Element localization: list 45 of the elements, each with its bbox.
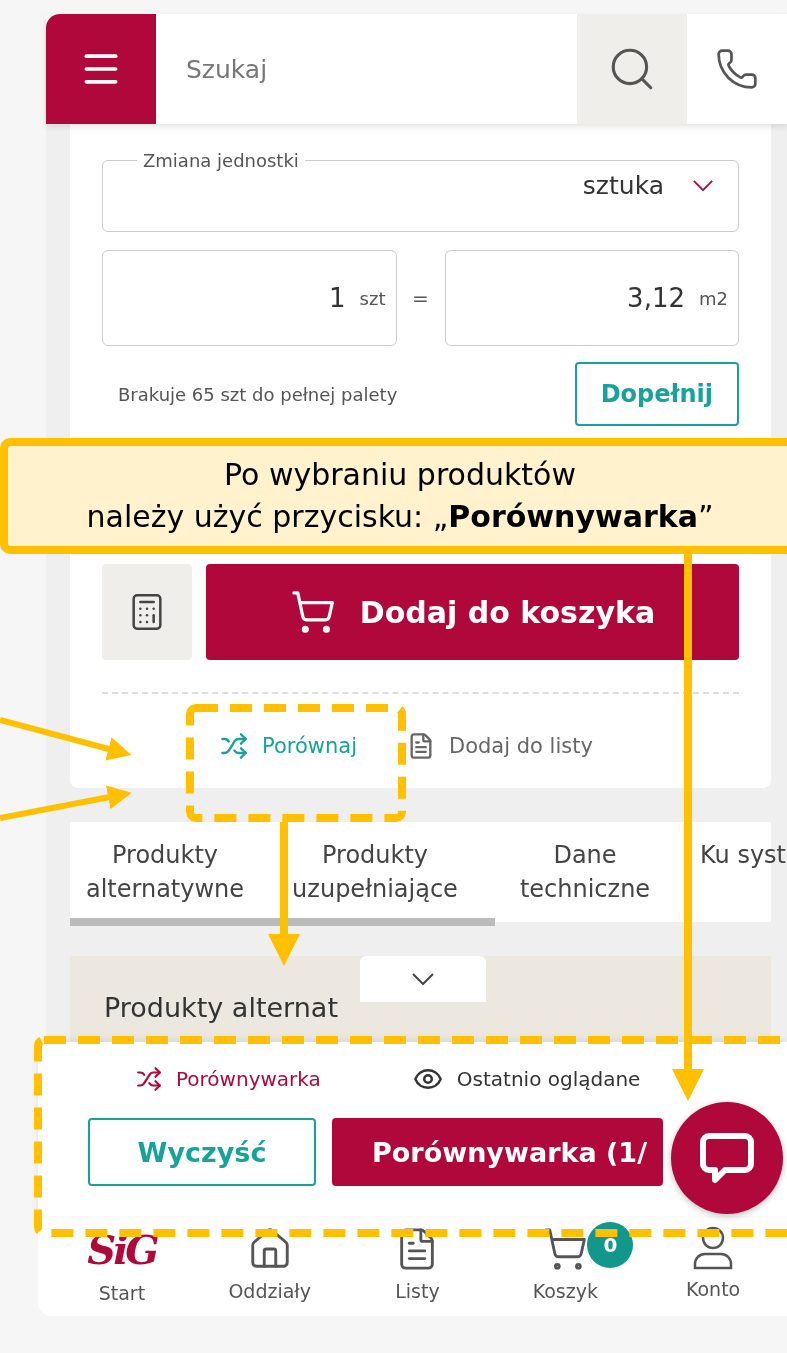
search-button[interactable] bbox=[577, 14, 687, 124]
tab[interactable]: Produkty uzupełniające bbox=[260, 822, 490, 922]
phone-icon bbox=[715, 47, 759, 91]
panel-link[interactable]: Porównywarka bbox=[136, 1064, 321, 1094]
nav-item[interactable]: 0 Koszyk bbox=[491, 1216, 640, 1316]
logo: SiG bbox=[87, 1226, 157, 1274]
phone-button[interactable] bbox=[687, 14, 787, 124]
panel-link[interactable]: Ostatnio oglądane bbox=[412, 1064, 641, 1094]
quantity-value: 1 bbox=[329, 283, 346, 313]
callout-text: Po wybraniu produktów bbox=[224, 456, 576, 494]
nav-item[interactable]: Konto bbox=[639, 1216, 787, 1316]
select-value: sztuka bbox=[582, 171, 664, 200]
unit-select[interactable]: Zmiana jednostki sztuka bbox=[102, 150, 739, 232]
menu-button[interactable] bbox=[46, 14, 156, 124]
add-to-cart-button[interactable]: Dodaj do koszyka bbox=[206, 564, 739, 660]
equals-sign: = bbox=[411, 286, 430, 310]
shuffle-icon bbox=[220, 732, 248, 760]
chat-bubble-icon bbox=[699, 1130, 755, 1186]
compare-button[interactable]: Porównywarka (1/ bbox=[332, 1118, 663, 1186]
calculator-button[interactable] bbox=[102, 564, 192, 660]
unit-label: m2 bbox=[699, 287, 728, 309]
quantity-field[interactable]: 1 szt bbox=[102, 250, 397, 346]
field-label: Zmiana jednostki bbox=[142, 150, 300, 171]
tab[interactable]: Produkty alternatywne bbox=[70, 822, 260, 922]
user-icon bbox=[693, 1226, 734, 1270]
chat-button[interactable] bbox=[671, 1102, 783, 1214]
nav-item[interactable]: SiG Start bbox=[48, 1216, 196, 1316]
nav-item[interactable]: Listy bbox=[343, 1216, 492, 1316]
cart-icon bbox=[289, 589, 336, 635]
tab[interactable]: Dane techniczne bbox=[490, 822, 680, 922]
action-link[interactable]: Dodaj do listy bbox=[407, 732, 593, 760]
shuffle-icon bbox=[136, 1066, 162, 1092]
pallet-message: Brakuje 65 szt do pełnej palety bbox=[118, 383, 398, 405]
unit-label: szt bbox=[359, 287, 386, 309]
tab[interactable]: Ku syst bbox=[680, 822, 787, 922]
callout-text: należy użyć przycisku: „Porównywarka” bbox=[86, 498, 714, 536]
area-field[interactable]: 3,12 m2 bbox=[444, 250, 739, 346]
count-badge: 0 bbox=[587, 1222, 634, 1268]
accordion-header[interactable]: Produkty alternat bbox=[70, 956, 771, 1042]
chevron-down-icon bbox=[411, 973, 435, 985]
chevron-down-icon bbox=[692, 180, 714, 191]
search-field[interactable]: Szukaj bbox=[156, 14, 577, 124]
accordion-title: Produkty alternat bbox=[104, 992, 338, 1025]
nav-item[interactable]: Oddziały bbox=[195, 1216, 344, 1316]
area-value: 3,12 bbox=[627, 283, 685, 313]
